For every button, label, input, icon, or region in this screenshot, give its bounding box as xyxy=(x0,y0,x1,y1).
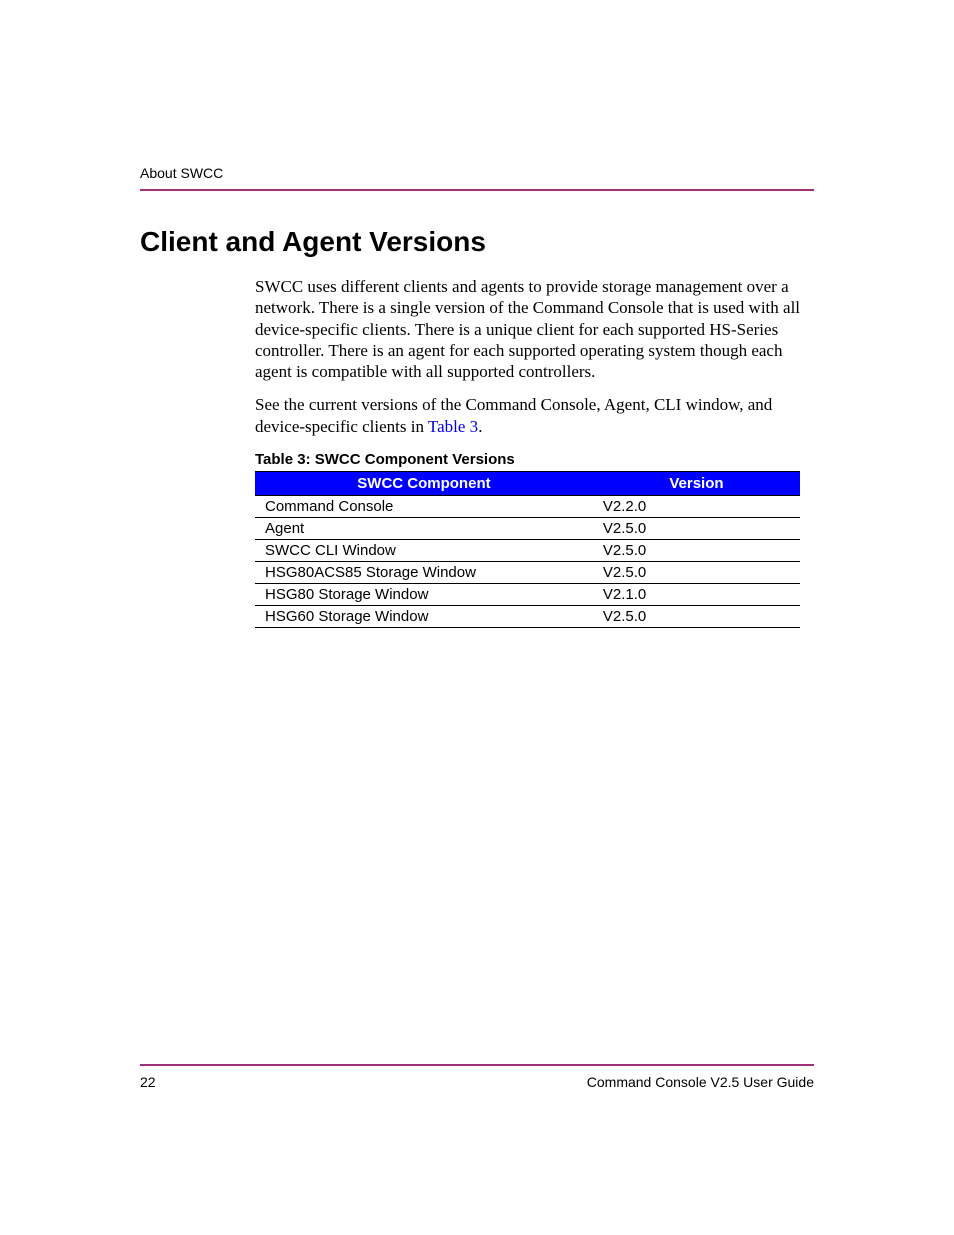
col-header-version: Version xyxy=(593,471,800,495)
cell-version: V2.5.0 xyxy=(593,605,800,627)
table-row: HSG60 Storage WindowV2.5.0 xyxy=(255,605,800,627)
section-heading: Client and Agent Versions xyxy=(140,226,814,258)
cell-version: V2.1.0 xyxy=(593,583,800,605)
cell-component: HSG60 Storage Window xyxy=(255,605,593,627)
page-footer: 22 Command Console V2.5 User Guide xyxy=(140,1064,814,1090)
cell-component: HSG80ACS85 Storage Window xyxy=(255,561,593,583)
cell-version: V2.5.0 xyxy=(593,561,800,583)
col-header-component: SWCC Component xyxy=(255,471,593,495)
table-caption: Table 3: SWCC Component Versions xyxy=(255,451,814,468)
cell-version: V2.5.0 xyxy=(593,539,800,561)
running-header: About SWCC xyxy=(140,165,814,181)
cell-component: Agent xyxy=(255,517,593,539)
page-number: 22 xyxy=(140,1074,156,1090)
cell-version: V2.2.0 xyxy=(593,495,800,517)
footer-rule xyxy=(140,1064,814,1066)
cell-component: HSG80 Storage Window xyxy=(255,583,593,605)
document-title: Command Console V2.5 User Guide xyxy=(587,1074,814,1090)
cell-component: SWCC CLI Window xyxy=(255,539,593,561)
p2-part-b: . xyxy=(478,417,482,436)
header-rule xyxy=(140,189,814,191)
table-row: Command ConsoleV2.2.0 xyxy=(255,495,800,517)
table-header-row: SWCC Component Version xyxy=(255,471,800,495)
p2-part-a: See the current versions of the Command … xyxy=(255,395,772,435)
table-row: SWCC CLI WindowV2.5.0 xyxy=(255,539,800,561)
cell-component: Command Console xyxy=(255,495,593,517)
table-row: AgentV2.5.0 xyxy=(255,517,800,539)
body-paragraph-2: See the current versions of the Command … xyxy=(255,394,814,437)
body-paragraph-1: SWCC uses different clients and agents t… xyxy=(255,276,814,382)
table-3-link[interactable]: Table 3 xyxy=(428,417,478,436)
component-versions-table: SWCC Component Version Command ConsoleV2… xyxy=(255,471,800,628)
table-row: HSG80 Storage WindowV2.1.0 xyxy=(255,583,800,605)
cell-version: V2.5.0 xyxy=(593,517,800,539)
table-body: Command ConsoleV2.2.0AgentV2.5.0SWCC CLI… xyxy=(255,495,800,627)
table-row: HSG80ACS85 Storage WindowV2.5.0 xyxy=(255,561,800,583)
